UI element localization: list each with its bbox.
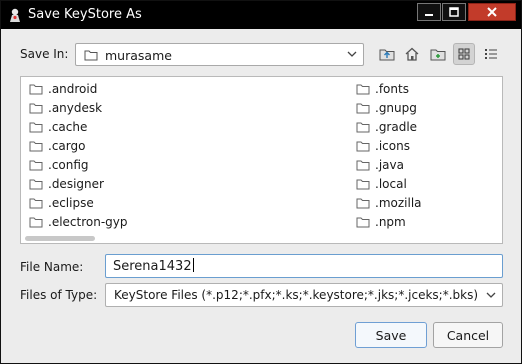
list-item[interactable]: .android (29, 80, 97, 98)
file-name: .java (375, 158, 404, 172)
folder-icon (356, 160, 370, 171)
maximize-icon (449, 7, 459, 17)
folder-icon (29, 141, 43, 152)
list-item[interactable]: .local (356, 175, 407, 193)
file-name: .mozilla (375, 196, 422, 210)
chevron-down-icon (347, 51, 357, 57)
list-item[interactable]: .electron-gyp (29, 213, 128, 231)
maximize-button[interactable] (442, 3, 466, 21)
file-type-dropdown[interactable]: KeyStore Files (*.p12;*.pfx;*.ks;*.keyst… (105, 283, 503, 307)
up-one-level-button[interactable] (376, 43, 398, 65)
file-name: .anydesk (48, 101, 103, 115)
text-caret (192, 258, 194, 272)
list-item[interactable]: .cargo (29, 137, 85, 155)
folder-icon (356, 179, 370, 190)
folder-icon (356, 84, 370, 95)
list-item[interactable]: .cache (29, 118, 87, 136)
file-name: .npm (375, 215, 406, 229)
folder-icon (29, 198, 43, 209)
file-name-value: Serena1432 (113, 259, 192, 274)
folder-up-icon (379, 49, 395, 61)
chevron-down-icon (486, 292, 496, 298)
list-item[interactable]: .eclipse (29, 194, 94, 212)
grid-view-icon (458, 48, 470, 60)
file-name-label: File Name: (20, 260, 84, 274)
list-item[interactable]: .npm (356, 213, 406, 231)
list-item[interactable]: .java (356, 156, 404, 174)
list-item[interactable]: .mozilla (356, 194, 422, 212)
folder-icon (29, 179, 43, 190)
list-item[interactable]: .designer (29, 175, 104, 193)
minimize-icon (425, 14, 433, 16)
java-duke-icon (10, 8, 20, 22)
title-bar[interactable]: Save KeyStore As (1, 1, 521, 29)
folder-icon (29, 103, 43, 114)
list-item[interactable]: .anydesk (29, 99, 102, 117)
details-view-button[interactable] (480, 43, 502, 65)
file-name: .eclipse (48, 196, 94, 210)
file-type-label: Files of Type: (20, 288, 98, 302)
file-name: .android (48, 82, 98, 96)
file-name: .cargo (48, 139, 86, 153)
folder-icon (356, 141, 370, 152)
folder-icon (29, 217, 43, 228)
details-list-icon (485, 49, 497, 59)
folder-icon (29, 160, 43, 171)
file-name: .gradle (375, 120, 418, 134)
folder-icon (84, 50, 98, 61)
folder-icon (356, 103, 370, 114)
folder-icon (29, 122, 43, 133)
file-name: .gnupg (375, 101, 417, 115)
save-in-dropdown[interactable]: murasame (75, 43, 364, 66)
file-type-value: KeyStore Files (*.p12;*.pfx;*.ks;*.keyst… (114, 288, 479, 302)
home-icon (405, 47, 419, 61)
list-view-button[interactable] (453, 43, 475, 65)
scrollbar-thumb[interactable] (25, 236, 95, 241)
file-name: .fonts (375, 82, 409, 96)
save-button[interactable]: Save (355, 322, 427, 348)
file-name: .config (48, 158, 89, 172)
folder-icon (356, 122, 370, 133)
file-name: .electron-gyp (48, 215, 128, 229)
home-button[interactable] (401, 43, 423, 65)
list-item[interactable]: .gradle (356, 118, 417, 136)
cancel-button[interactable]: Cancel (433, 322, 503, 348)
horizontal-scrollbar[interactable] (25, 235, 495, 242)
close-icon (487, 7, 497, 17)
save-in-label: Save In: (20, 47, 69, 61)
list-item[interactable]: .icons (356, 137, 410, 155)
file-name: .local (375, 177, 407, 191)
file-name: .cache (48, 120, 88, 134)
minimize-button[interactable] (417, 3, 441, 21)
close-button[interactable] (468, 3, 516, 21)
file-name-input[interactable]: Serena1432 (105, 254, 503, 278)
file-name: .icons (375, 139, 410, 153)
list-item[interactable]: .fonts (356, 80, 409, 98)
window-title: Save KeyStore As (28, 7, 142, 22)
file-list[interactable]: .android .anydesk .cache .cargo .config … (20, 76, 503, 244)
new-folder-icon (430, 49, 446, 61)
folder-icon (356, 217, 370, 228)
folder-icon (29, 84, 43, 95)
current-folder-name: murasame (105, 48, 172, 63)
file-name: .designer (48, 177, 104, 191)
new-folder-button[interactable] (427, 43, 449, 65)
save-keystore-dialog: Save KeyStore As Save In: murasame .andr… (0, 0, 522, 364)
folder-icon (356, 198, 370, 209)
list-item[interactable]: .gnupg (356, 99, 417, 117)
list-item[interactable]: .config (29, 156, 89, 174)
